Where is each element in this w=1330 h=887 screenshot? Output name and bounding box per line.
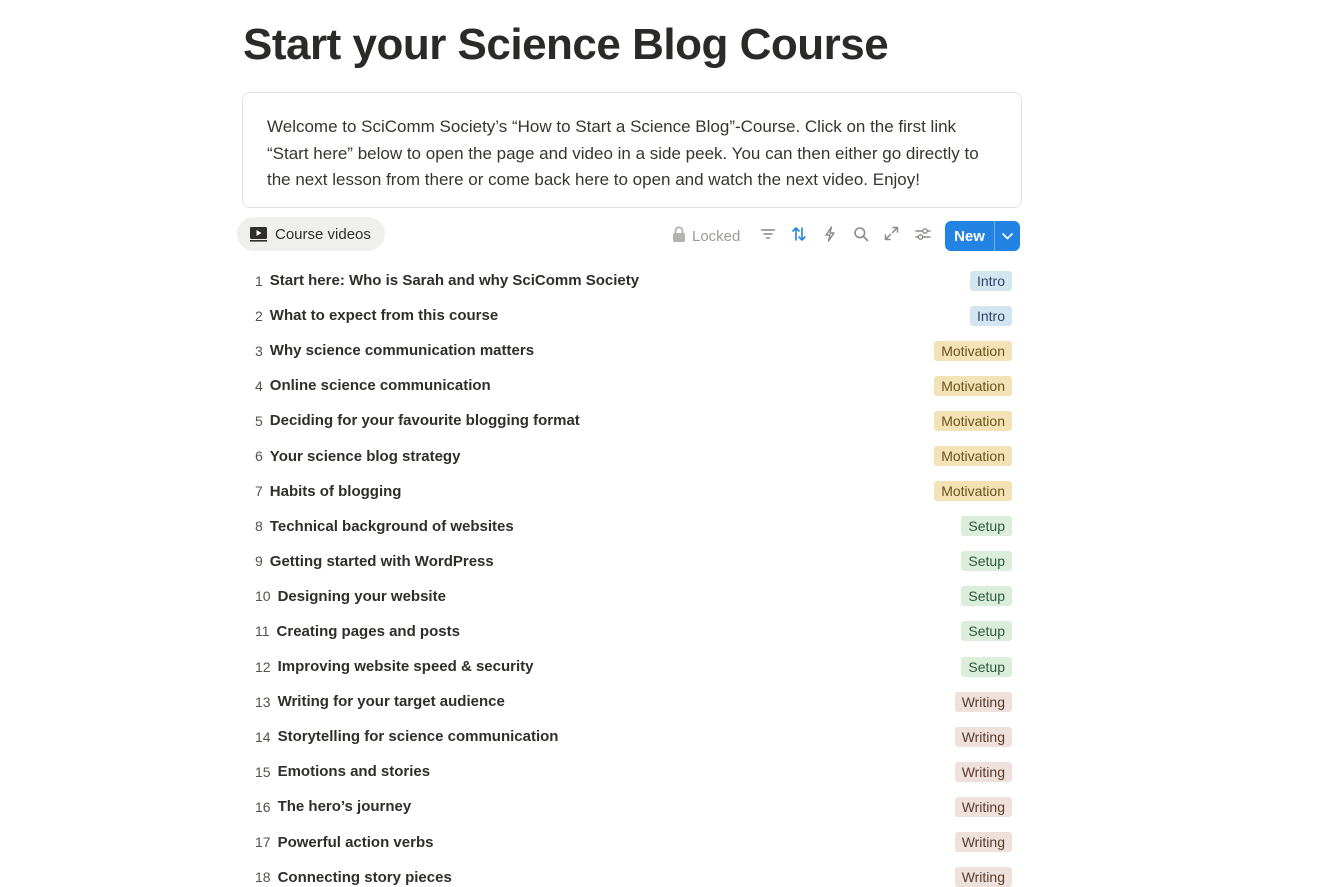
course-videos-list: 1 Start here: Who is Sarah and why SciCom… (242, 263, 1022, 887)
lesson-number: 11 (255, 623, 270, 640)
category-tag: Motivation (934, 446, 1012, 467)
lesson-number: 5 (255, 412, 263, 429)
category-tag: Setup (961, 621, 1012, 642)
locked-indicator[interactable]: Locked (672, 225, 741, 247)
list-item[interactable]: 2 What to expect from this course Intro (242, 298, 1022, 333)
category-tag: Intro (969, 270, 1012, 291)
view-settings-button[interactable] (907, 221, 938, 251)
list-item[interactable]: 11 Creating pages and posts Setup (242, 614, 1022, 649)
search-button[interactable] (845, 221, 876, 251)
filter-icon (760, 227, 776, 246)
lesson-title-link[interactable]: Emotions and stories (278, 763, 431, 780)
list-item[interactable]: 15 Emotions and stories Writing (242, 754, 1022, 789)
list-item[interactable]: 8 Technical background of websites Setup (242, 509, 1022, 544)
lesson-title-link[interactable]: Connecting story pieces (278, 869, 452, 886)
lesson-number: 14 (255, 728, 271, 745)
category-tag: Motivation (934, 481, 1012, 502)
lesson-title-link[interactable]: The hero’s journey (278, 798, 412, 815)
lesson-number: 6 (255, 448, 263, 465)
list-item[interactable]: 7 Habits of blogging Motivation (242, 474, 1022, 509)
list-item[interactable]: 6 Your science blog strategy Motivation (242, 438, 1022, 473)
lesson-number: 3 (255, 342, 263, 359)
automation-button[interactable] (814, 221, 845, 251)
lesson-number: 12 (255, 658, 271, 675)
list-item[interactable]: 10 Designing your website Setup (242, 579, 1022, 614)
list-item[interactable]: 3 Why science communication matters Motiva… (242, 333, 1022, 368)
lesson-title-link[interactable]: Designing your website (278, 588, 446, 605)
lesson-number: 7 (255, 483, 263, 500)
chevron-down-icon (1002, 227, 1013, 245)
new-dropdown-button[interactable] (995, 227, 1020, 245)
lesson-title-link[interactable]: What to expect from this course (270, 307, 498, 324)
category-tag: Writing (954, 867, 1012, 887)
database-toolbar: Locked (672, 221, 938, 251)
lesson-title-link[interactable]: Improving website speed & security (278, 658, 534, 675)
lesson-title-link[interactable]: Powerful action verbs (278, 834, 434, 851)
sort-icon (791, 226, 807, 247)
lesson-number: 9 (255, 553, 263, 570)
list-item[interactable]: 5 Deciding for your favourite blogging fo… (242, 403, 1022, 438)
list-item[interactable]: 12 Improving website speed & security Setu… (242, 649, 1022, 684)
expand-icon (884, 226, 899, 246)
locked-label: Locked (692, 227, 741, 245)
lesson-number: 13 (255, 693, 271, 710)
category-tag: Motivation (934, 340, 1012, 361)
lock-icon (672, 225, 686, 247)
welcome-callout[interactable]: Welcome to SciComm Society’s “How to Sta… (242, 92, 1022, 208)
automation-icon (824, 225, 836, 247)
settings-icon (915, 227, 931, 246)
new-button-label[interactable]: New (945, 228, 994, 245)
view-tab-label: Course videos (275, 225, 371, 243)
list-item[interactable]: 4 Online science communication Motivation (242, 368, 1022, 403)
lesson-number: 8 (255, 518, 263, 535)
list-item[interactable]: 9 Getting started with WordPress Setup (242, 544, 1022, 579)
category-tag: Motivation (934, 375, 1012, 396)
category-tag: Intro (969, 305, 1012, 326)
sort-button[interactable] (783, 221, 814, 251)
lesson-title-link[interactable]: Getting started with WordPress (270, 553, 494, 570)
expand-button[interactable] (876, 221, 907, 251)
list-item[interactable]: 17 Powerful action verbs Writing (242, 825, 1022, 860)
lesson-number: 4 (255, 377, 263, 394)
lesson-title-link[interactable]: Technical background of websites (270, 518, 514, 535)
lesson-number: 2 (255, 307, 263, 324)
category-tag: Writing (954, 832, 1012, 853)
lesson-number: 18 (255, 869, 271, 886)
category-tag: Setup (961, 656, 1012, 677)
lesson-title-link[interactable]: Start here: Who is Sarah and why SciComm… (270, 272, 639, 289)
lesson-title-link[interactable]: Writing for your target audience (278, 693, 505, 710)
filter-button[interactable] (752, 221, 783, 251)
list-item[interactable]: 14 Storytelling for science communication… (242, 719, 1022, 754)
lesson-number: 10 (255, 588, 271, 605)
lesson-number: 17 (255, 834, 271, 851)
category-tag: Motivation (934, 410, 1012, 431)
new-button[interactable]: New (945, 221, 1020, 251)
lesson-number: 1 (255, 272, 263, 289)
lesson-title-link[interactable]: Creating pages and posts (277, 623, 460, 640)
list-item[interactable]: 18 Connecting story pieces Writing (242, 860, 1022, 887)
search-icon (853, 226, 869, 247)
category-tag: Writing (954, 796, 1012, 817)
view-tab-course-videos[interactable]: Course videos (237, 217, 385, 251)
page: Start your Science Blog Course Welcome t… (0, 0, 1330, 887)
list-item[interactable]: 1 Start here: Who is Sarah and why SciCom… (242, 263, 1022, 298)
lesson-number: 16 (255, 798, 271, 815)
list-item[interactable]: 13 Writing for your target audience Writin… (242, 684, 1022, 719)
lesson-title-link[interactable]: Habits of blogging (270, 483, 402, 500)
category-tag: Setup (961, 551, 1012, 572)
category-tag: Setup (961, 516, 1012, 537)
page-title[interactable]: Start your Science Blog Course (243, 20, 889, 70)
lesson-title-link[interactable]: Storytelling for science communication (278, 728, 559, 745)
lesson-title-link[interactable]: Your science blog strategy (270, 448, 461, 465)
lesson-title-link[interactable]: Online science communication (270, 377, 491, 394)
lesson-title-link[interactable]: Why science communication matters (270, 342, 534, 359)
category-tag: Writing (954, 691, 1012, 712)
video-icon (249, 226, 268, 242)
category-tag: Setup (961, 586, 1012, 607)
lesson-title-link[interactable]: Deciding for your favourite blogging for… (270, 412, 580, 429)
category-tag: Writing (954, 761, 1012, 782)
category-tag: Writing (954, 726, 1012, 747)
list-item[interactable]: 16 The hero’s journey Writing (242, 789, 1022, 824)
lesson-number: 15 (255, 763, 271, 780)
